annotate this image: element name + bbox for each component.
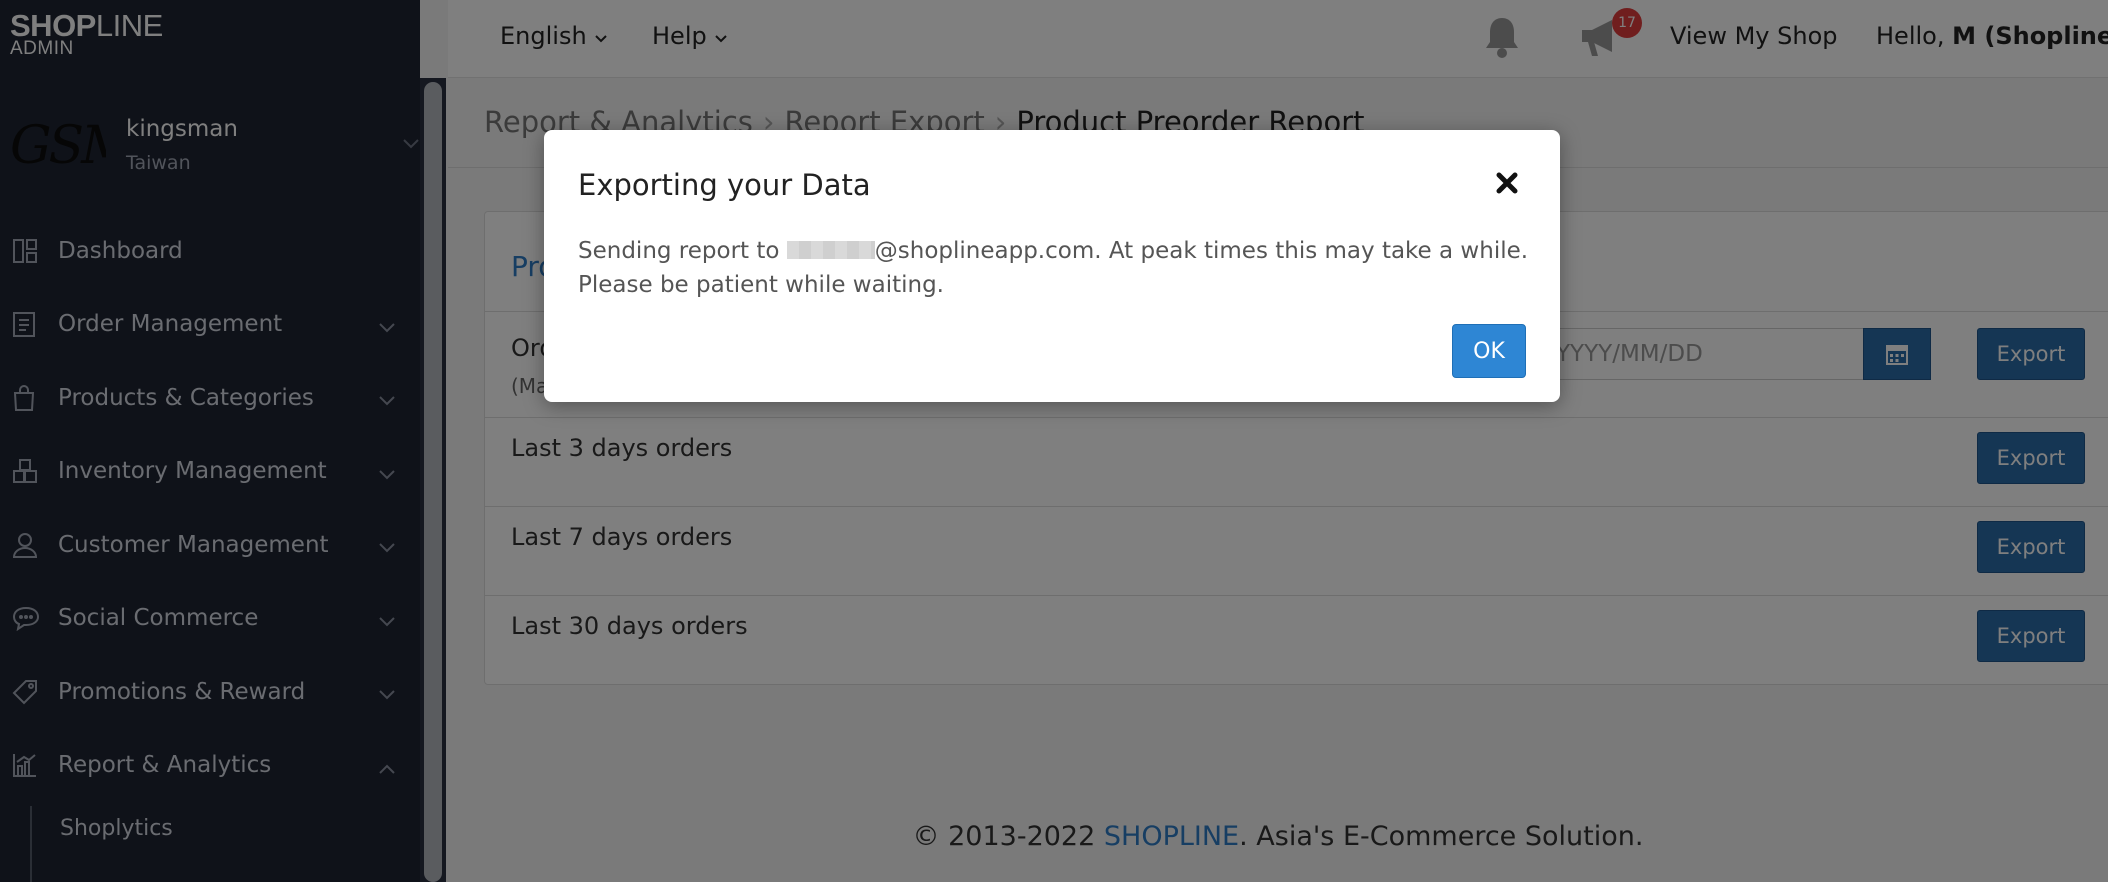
ok-button[interactable]: OK	[1452, 324, 1526, 378]
redacted-email-user	[786, 240, 875, 259]
modal-body-prefix: Sending report to	[578, 238, 787, 264]
modal-email-domain: @shoplineapp.com	[874, 238, 1095, 264]
close-icon	[1496, 172, 1518, 194]
modal-body: Sending report to @shoplineapp.com. At p…	[578, 234, 1538, 302]
close-button[interactable]	[1492, 168, 1522, 198]
export-modal: Exporting your Data Sending report to @s…	[544, 130, 1560, 402]
modal-title: Exporting your Data	[578, 168, 871, 202]
